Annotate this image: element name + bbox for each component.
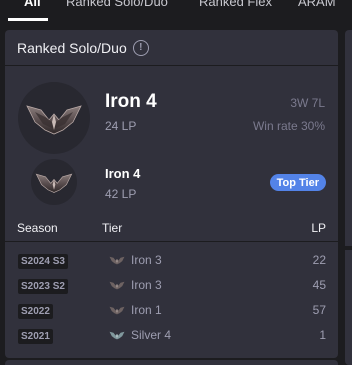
tab-ranked-solo-duo[interactable]: Ranked Solo/Duo <box>66 0 168 9</box>
peak-tier: Iron 4 <box>105 166 141 181</box>
lp-value: 57 <box>312 303 326 317</box>
current-lp: 24 LP <box>105 119 137 133</box>
table-row: S2022 Iron 1 57 <box>5 298 338 323</box>
table-row: S2023 S2 Iron 3 45 <box>5 273 338 298</box>
table-row: S2024 S3 Iron 3 22 <box>5 248 338 273</box>
tier-cell: Iron 3 <box>109 253 162 267</box>
panel-divider <box>345 246 352 250</box>
table-row: S2021 Silver 4 1 <box>5 323 338 348</box>
tier-column-header: Tier <box>102 221 123 235</box>
queue-tabs: All Ranked Solo/Duo Ranked Flex ARAM <box>0 0 352 22</box>
card-header: Ranked Solo/Duo ! <box>5 30 338 66</box>
info-icon[interactable]: ! <box>132 39 149 56</box>
adjacent-panel-edge <box>345 30 352 365</box>
current-tier: Iron 4 <box>105 91 157 112</box>
lp-value: 45 <box>312 278 326 292</box>
tab-aram[interactable]: ARAM <box>298 0 336 9</box>
tier-cell: Silver 4 <box>109 328 171 342</box>
tab-ranked-flex[interactable]: Ranked Flex <box>199 0 272 9</box>
peak-lp: 42 LP <box>105 187 137 201</box>
tab-all[interactable]: All <box>24 0 41 9</box>
win-rate: Win rate 30% <box>252 119 325 133</box>
season-badge: S2022 <box>18 304 53 319</box>
tier-name: Iron 3 <box>131 278 162 292</box>
tier-cell: Iron 3 <box>109 278 162 292</box>
lp-column-header: LP <box>311 221 326 235</box>
silver-emblem-icon <box>109 331 125 340</box>
iron-emblem-icon <box>109 306 125 315</box>
win-loss-record: 3W 7L <box>290 96 325 110</box>
season-history-table: Season Tier LP S2024 S3 Iron 3 22 S2023 … <box>5 218 338 348</box>
season-badge: S2024 S3 <box>18 254 68 269</box>
tier-name: Silver 4 <box>131 328 172 342</box>
tier-cell: Iron 1 <box>109 303 162 317</box>
tier-name: Iron 1 <box>131 303 162 317</box>
top-tier-badge: Top Tier <box>269 174 326 191</box>
peak-rank: Iron 4 42 LP Top Tier <box>5 154 338 210</box>
current-rank: Iron 4 24 LP 3W 7L Win rate 30% <box>5 67 338 154</box>
season-badge: S2023 S2 <box>18 279 68 294</box>
season-column-header: Season <box>17 221 58 235</box>
lp-value: 22 <box>312 253 326 267</box>
card-title: Ranked Solo/Duo <box>17 39 127 56</box>
next-card-edge <box>5 360 338 365</box>
lp-value: 1 <box>319 328 326 342</box>
iron-emblem-icon <box>109 256 125 265</box>
ranked-solo-duo-card: Ranked Solo/Duo ! Iron 4 24 LP 3W 7L Win… <box>5 30 338 358</box>
active-tab-indicator <box>8 18 48 21</box>
table-header: Season Tier LP <box>5 218 338 242</box>
iron-emblem-icon <box>109 281 125 290</box>
season-badge: S2021 <box>18 329 53 344</box>
iron-emblem-icon <box>31 159 77 205</box>
tier-name: Iron 3 <box>131 253 162 267</box>
iron-emblem-icon <box>18 82 90 154</box>
